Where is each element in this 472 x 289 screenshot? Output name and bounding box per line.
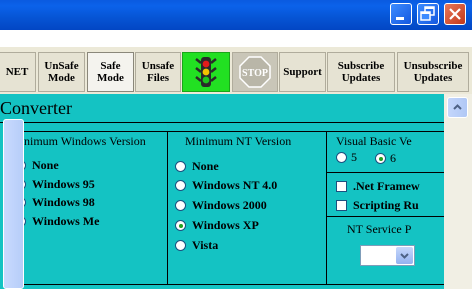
title-bar (0, 0, 472, 30)
nt-service-select[interactable] (360, 245, 415, 266)
min-windows-option-95[interactable]: Windows 95 (15, 177, 95, 192)
traffic-light-button[interactable] (182, 52, 230, 92)
net-button[interactable]: NET (0, 52, 36, 92)
divider (0, 122, 444, 123)
support-button[interactable]: Support (279, 52, 326, 92)
chevron-up-icon (453, 104, 462, 110)
dropdown-button[interactable] (396, 247, 413, 264)
stop-button[interactable]: STOP (232, 52, 278, 92)
svg-text:STOP: STOP (242, 68, 268, 79)
column-divider (167, 131, 168, 285)
close-button[interactable] (444, 3, 466, 25)
checkbox[interactable] (336, 181, 347, 192)
min-windows-heading: Minimum Windows Version (10, 134, 146, 148)
min-nt-option-none[interactable]: None (175, 159, 219, 174)
safe-mode-button[interactable]: Safe Mode (87, 52, 134, 92)
min-nt-option-xp[interactable]: Windows XP (175, 218, 259, 233)
subscribe-updates-button[interactable]: Subscribe Updates (327, 52, 395, 92)
nt-service-heading: NT Service P (347, 222, 412, 236)
min-windows-option-me[interactable]: Windows Me (15, 214, 99, 229)
radio-button[interactable] (175, 180, 186, 191)
radio-button[interactable] (336, 152, 347, 163)
restore-icon (420, 6, 435, 21)
vb-option-6[interactable]: 6 (375, 151, 396, 166)
unsubscribe-updates-button[interactable]: Unsubscribe Updates (397, 52, 469, 92)
scroll-up-button[interactable] (447, 97, 468, 118)
scroll-thumb[interactable] (3, 119, 24, 289)
vertical-scrollbar[interactable] (444, 94, 472, 289)
unsafe-mode-button[interactable]: UnSafe Mode (38, 52, 85, 92)
chevron-down-icon (400, 253, 409, 259)
radio-button[interactable] (175, 200, 186, 211)
restore-button[interactable] (417, 3, 439, 25)
vb-option-5[interactable]: 5 (336, 150, 357, 165)
column-divider (326, 131, 327, 285)
traffic-light-icon (195, 57, 217, 87)
min-nt-heading: Minimum NT Version (185, 134, 292, 148)
page-title: Converter (0, 98, 72, 118)
stop-sign-icon: STOP (239, 56, 271, 88)
close-icon (449, 8, 461, 20)
scripting-runtime-check[interactable]: Scripting Ru (336, 198, 419, 213)
radio-button[interactable] (175, 161, 186, 172)
min-nt-option-2000[interactable]: Windows 2000 (175, 198, 267, 213)
min-nt-option-vista[interactable]: Vista (175, 238, 218, 253)
min-nt-option-nt4[interactable]: Windows NT 4.0 (175, 178, 277, 193)
checkbox[interactable] (336, 200, 347, 211)
net-framework-check[interactable]: .Net Framew (336, 179, 420, 194)
min-windows-option-98[interactable]: Windows 98 (15, 195, 95, 210)
vb-version-heading: Visual Basic Ve (336, 134, 412, 148)
radio-button[interactable] (375, 153, 386, 164)
row-divider (326, 172, 444, 173)
unsafe-files-button[interactable]: Unsafe Files (135, 52, 181, 92)
minimize-button[interactable] (390, 3, 412, 25)
minimize-icon (396, 17, 404, 20)
radio-button[interactable] (175, 220, 186, 231)
radio-button[interactable] (175, 240, 186, 251)
row-divider (326, 216, 444, 217)
